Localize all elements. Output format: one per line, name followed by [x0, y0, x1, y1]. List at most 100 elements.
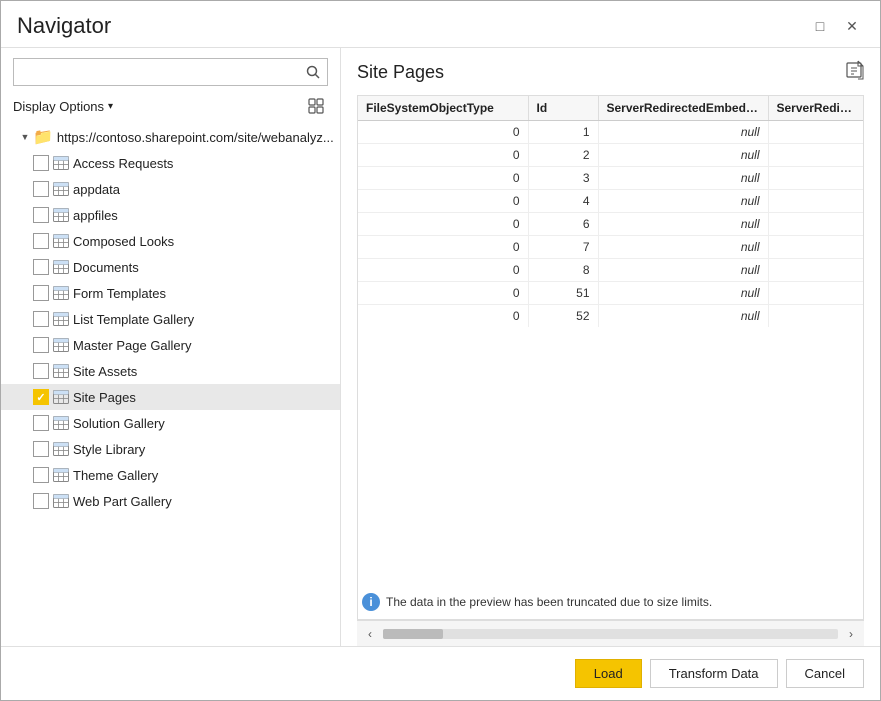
col-serverredirectedembeduri-header: ServerRedirectedEmbedUri [598, 96, 768, 121]
table-icon-appfiles [53, 208, 69, 222]
cell-filesystemobjecttype-6: 0 [358, 259, 528, 282]
tree-item-access-requests[interactable]: Access Requests [1, 150, 340, 176]
table-icon-solution-gallery [53, 416, 69, 430]
scroll-left-button[interactable]: ‹ [359, 623, 381, 645]
checkbox-theme-gallery[interactable] [33, 467, 49, 483]
checkbox-documents[interactable] [33, 259, 49, 275]
tree-item-form-templates[interactable]: Form Templates [1, 280, 340, 306]
cancel-button[interactable]: Cancel [786, 659, 864, 688]
tree-item-site-pages[interactable]: Site Pages [1, 384, 340, 410]
table-icon-form-templates [53, 286, 69, 300]
cell-filesystemobjecttype-8: 0 [358, 305, 528, 328]
tree-item-style-library[interactable]: Style Library [1, 436, 340, 462]
tree-item-label-site-pages: Site Pages [73, 390, 340, 405]
tree-item-composed-looks[interactable]: Composed Looks [1, 228, 340, 254]
tree-item-label-list-template-gallery: List Template Gallery [73, 312, 340, 327]
tree-item-appdata[interactable]: appdata [1, 176, 340, 202]
panel-export-button[interactable] [844, 60, 864, 85]
cell-id-3: 4 [528, 190, 598, 213]
table-body: 01null02null03null04null06null07null08nu… [358, 121, 863, 328]
tree-item-label-appfiles: appfiles [73, 208, 340, 223]
checkbox-site-pages[interactable] [33, 389, 49, 405]
cell-serverredirectedembeduri-5: null [598, 236, 768, 259]
cell-serverredirectedembed-7 [768, 282, 863, 305]
checkbox-access-requests[interactable] [33, 155, 49, 171]
table-row: 052null [358, 305, 863, 328]
cell-serverredirectedembeduri-3: null [598, 190, 768, 213]
table-row: 02null [358, 144, 863, 167]
bottom-bar: Load Transform Data Cancel [1, 646, 880, 700]
cell-filesystemobjecttype-7: 0 [358, 282, 528, 305]
cell-serverredirectedembeduri-8: null [598, 305, 768, 328]
table-icon-web-part-gallery [53, 494, 69, 508]
checkbox-list-template-gallery[interactable] [33, 311, 49, 327]
tree-item-solution-gallery[interactable]: Solution Gallery [1, 410, 340, 436]
tree-item-appfiles[interactable]: appfiles [1, 202, 340, 228]
transform-data-button[interactable]: Transform Data [650, 659, 778, 688]
cell-id-5: 7 [528, 236, 598, 259]
table-row: 07null [358, 236, 863, 259]
tree-item-label-solution-gallery: Solution Gallery [73, 416, 340, 431]
checkbox-web-part-gallery[interactable] [33, 493, 49, 509]
cell-id-8: 52 [528, 305, 598, 328]
cell-serverredirectedembed-1 [768, 144, 863, 167]
checkbox-solution-gallery[interactable] [33, 415, 49, 431]
table-icon-site-assets [53, 364, 69, 378]
table-row: 06null [358, 213, 863, 236]
tree-item-theme-gallery[interactable]: Theme Gallery [1, 462, 340, 488]
cell-filesystemobjecttype-4: 0 [358, 213, 528, 236]
cell-filesystemobjecttype-1: 0 [358, 144, 528, 167]
checkbox-style-library[interactable] [33, 441, 49, 457]
cell-id-1: 2 [528, 144, 598, 167]
table-row: 04null [358, 190, 863, 213]
cell-filesystemobjecttype-2: 0 [358, 167, 528, 190]
table-scroll-area[interactable]: FileSystemObjectType Id ServerRedirected… [358, 96, 863, 585]
right-panel: Site Pages [341, 48, 880, 646]
folder-icon: 📁 [33, 127, 53, 147]
checkbox-appfiles[interactable] [33, 207, 49, 223]
title-bar: Navigator □ ✕ [1, 1, 880, 48]
cell-id-2: 3 [528, 167, 598, 190]
cell-serverredirectedembed-2 [768, 167, 863, 190]
close-button[interactable]: ✕ [840, 14, 864, 38]
display-options-row: Display Options ▾ [1, 94, 340, 118]
dialog-title: Navigator [17, 13, 111, 39]
search-button[interactable] [299, 58, 327, 86]
checkbox-composed-looks[interactable] [33, 233, 49, 249]
minimize-button[interactable]: □ [808, 14, 832, 38]
scrollbar-row: ‹ › [357, 620, 864, 646]
cell-serverredirectedembed-8 [768, 305, 863, 328]
checkbox-master-page-gallery[interactable] [33, 337, 49, 353]
table-row: 03null [358, 167, 863, 190]
tree-item-web-part-gallery[interactable]: Web Part Gallery [1, 488, 340, 514]
display-options-arrow-icon: ▾ [108, 101, 113, 112]
table-icon-site-pages [53, 390, 69, 404]
navigator-icon-button[interactable] [304, 94, 328, 118]
search-input[interactable] [14, 63, 299, 82]
load-button[interactable]: Load [575, 659, 642, 688]
tree-item-site-assets[interactable]: Site Assets [1, 358, 340, 384]
search-icon [306, 65, 320, 79]
checkbox-form-templates[interactable] [33, 285, 49, 301]
scroll-right-button[interactable]: › [840, 623, 862, 645]
tree-children: Access Requests appdata appfiles Compose… [1, 150, 340, 514]
tree-root-item[interactable]: ▼ 📁 https://contoso.sharepoint.com/site/… [1, 124, 340, 150]
truncated-notice: i The data in the preview has been trunc… [358, 585, 863, 619]
cell-serverredirectedembeduri-6: null [598, 259, 768, 282]
cell-filesystemobjecttype-3: 0 [358, 190, 528, 213]
title-controls: □ ✕ [808, 14, 864, 38]
tree-item-documents[interactable]: Documents [1, 254, 340, 280]
scroll-thumb [383, 629, 443, 639]
scroll-track[interactable] [383, 629, 838, 639]
tree-item-label-master-page-gallery: Master Page Gallery [73, 338, 340, 353]
cell-serverredirectedembeduri-1: null [598, 144, 768, 167]
table-icon-style-library [53, 442, 69, 456]
tree-item-list-template-gallery[interactable]: List Template Gallery [1, 306, 340, 332]
checkbox-site-assets[interactable] [33, 363, 49, 379]
cell-serverredirectedembeduri-2: null [598, 167, 768, 190]
checkbox-appdata[interactable] [33, 181, 49, 197]
display-options-button[interactable]: Display Options ▾ [13, 99, 113, 114]
data-table: FileSystemObjectType Id ServerRedirected… [358, 96, 863, 327]
search-row [13, 58, 328, 86]
tree-item-master-page-gallery[interactable]: Master Page Gallery [1, 332, 340, 358]
